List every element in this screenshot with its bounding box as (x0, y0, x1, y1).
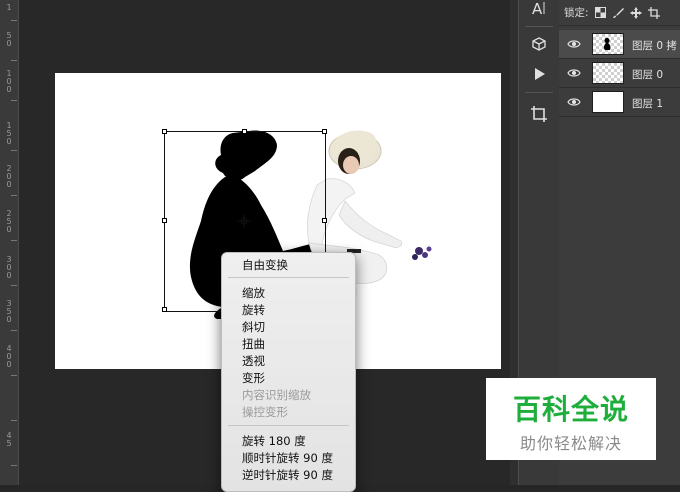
type-tool-icon: A (532, 0, 545, 17)
menu-item-skew[interactable]: 斜切 (242, 320, 265, 334)
menu-item-distort[interactable]: 扭曲 (242, 337, 265, 351)
menu-item-warp[interactable]: 变形 (242, 371, 265, 385)
watermark-logo: 百科全说 助你轻松解决 (486, 378, 656, 460)
type-tool-button[interactable]: A (519, 0, 559, 22)
lock-brush-icon[interactable] (612, 7, 624, 19)
menu-item-rotate[interactable]: 旋转 (242, 303, 265, 317)
layer-row[interactable]: 图层 0 (559, 59, 680, 88)
visibility-eye-icon[interactable] (567, 67, 581, 79)
lock-label: 锁定: (564, 7, 589, 19)
menu-item-content-aware-scale: 内容识别缩放 (242, 388, 311, 402)
menu-separator (228, 425, 349, 426)
layer-thumbnail (592, 62, 624, 84)
ruler-label: 0 (6, 315, 12, 324)
lock-row: 锁定: (559, 0, 680, 26)
transform-handle-middle-right[interactable] (322, 218, 327, 223)
transform-handle-top-left[interactable] (162, 129, 167, 134)
transform-context-menu[interactable]: 自由变换 缩放 旋转 斜切 扭曲 透视 变形 内容识别缩放 操控变形 旋转 18… (221, 252, 356, 492)
crop-icon (531, 106, 547, 122)
layer-thumbnail-silhouette (603, 38, 611, 50)
ruler-label: 0 (6, 360, 12, 369)
ruler-label: 1 (6, 3, 12, 12)
ruler-label: 0 (6, 180, 12, 189)
lock-move-icon[interactable] (629, 6, 642, 19)
transform-center-icon[interactable] (237, 214, 251, 228)
transform-handle-middle-left[interactable] (162, 218, 167, 223)
svg-text:A: A (532, 0, 543, 17)
play-button[interactable] (519, 60, 559, 88)
ruler-label: 0 (6, 137, 12, 146)
ruler-label: 0 (6, 271, 12, 280)
play-icon (535, 68, 545, 80)
menu-separator (228, 277, 349, 278)
menu-item-rotate-180[interactable]: 旋转 180 度 (242, 434, 306, 448)
transform-handle-top-right[interactable] (322, 129, 327, 134)
menu-item-perspective[interactable]: 透视 (242, 354, 265, 368)
menu-item-scale[interactable]: 缩放 (242, 286, 265, 300)
tool-separator (525, 26, 553, 27)
layer-name[interactable]: 图层 1 (632, 96, 663, 111)
lock-artboard-icon[interactable] (647, 6, 660, 19)
3d-cube-icon (532, 37, 546, 51)
3d-button[interactable] (519, 30, 559, 58)
transform-handle-bottom-left[interactable] (162, 307, 167, 312)
menu-item-rotate-90-ccw[interactable]: 逆时针旋转 90 度 (242, 468, 333, 482)
ruler-label: 5 (6, 439, 12, 448)
ruler-label: 0 (6, 225, 12, 234)
lock-transparency-icon[interactable] (594, 7, 606, 18)
layer-row[interactable]: 图层 1 (559, 88, 680, 117)
layer-row[interactable]: 图层 0 拷 (559, 30, 680, 59)
visibility-eye-icon[interactable] (567, 38, 581, 50)
vertical-ruler[interactable]: 1 5 0 1 0 0 1 5 0 2 0 0 2 5 0 3 0 0 3 5 … (0, 0, 19, 485)
layer-thumbnail (592, 33, 624, 55)
menu-item-rotate-90-cw[interactable]: 顺时针旋转 90 度 (242, 451, 333, 465)
watermark-title: 百科全说 (512, 393, 629, 426)
ruler-label: 0 (6, 85, 12, 94)
ruler-label: 0 (6, 39, 12, 48)
menu-item-free-transform[interactable]: 自由变换 (242, 258, 288, 272)
transform-handle-top-center[interactable] (242, 129, 247, 134)
visibility-eye-icon[interactable] (567, 96, 581, 108)
crop-button[interactable] (519, 100, 559, 128)
watermark-subtitle: 助你轻松解决 (519, 434, 622, 453)
layer-thumbnail (592, 91, 624, 113)
menu-item-puppet-warp: 操控变形 (242, 405, 288, 419)
layer-name[interactable]: 图层 0 拷 (632, 38, 677, 53)
layer-name[interactable]: 图层 0 (632, 67, 663, 82)
tool-separator (525, 92, 553, 93)
